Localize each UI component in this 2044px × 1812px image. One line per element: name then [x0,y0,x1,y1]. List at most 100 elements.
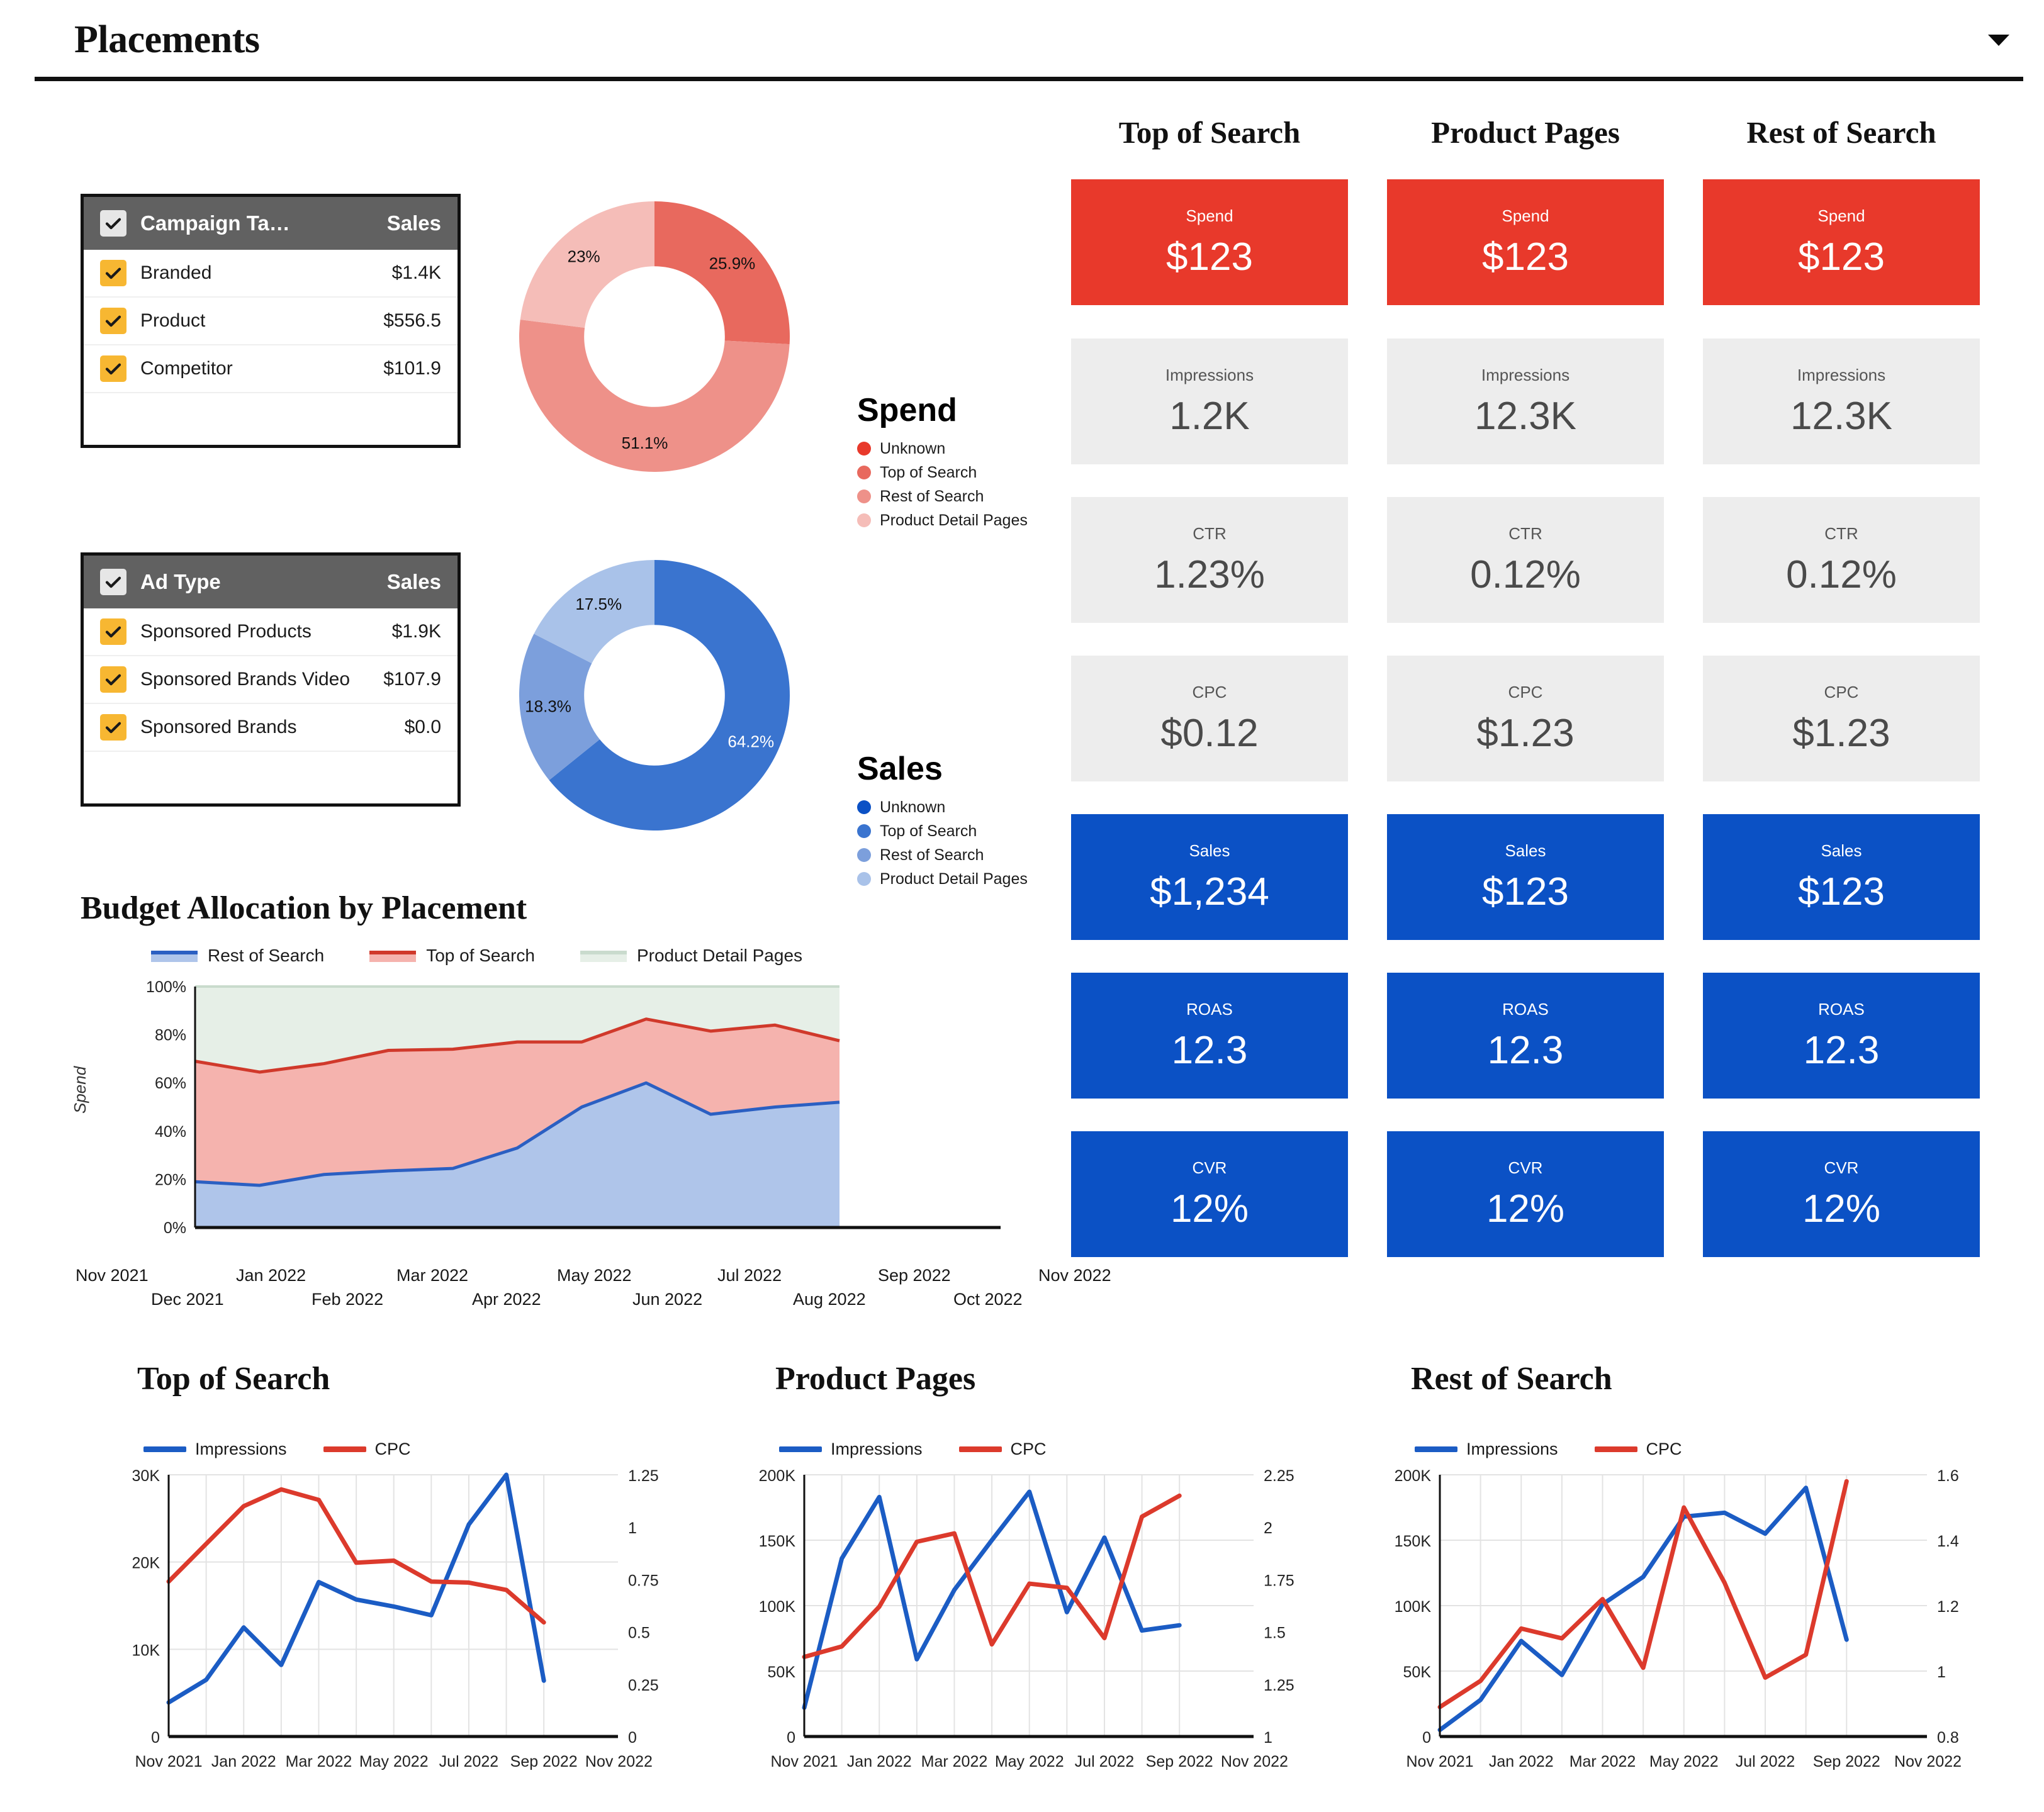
row-checkbox[interactable] [100,260,126,286]
kpi-label: Spend [1186,206,1233,225]
legend-label: CPC [1010,1440,1047,1458]
kpi-card-impressions[interactable]: Impressions 1.2K [1071,338,1348,464]
legend-item[interactable]: Top of Search [369,946,535,966]
svg-text:25.9%: 25.9% [709,254,756,272]
kpi-card-roas[interactable]: ROAS 12.3 [1703,973,1980,1099]
table-row[interactable]: Sponsored Brands Video $107.9 [84,656,458,704]
svg-text:60%: 60% [155,1075,186,1092]
legend-label: Rest of Search [208,946,325,965]
kpi-card-cvr[interactable]: CVR 12% [1071,1131,1348,1257]
kpi-card-cpc[interactable]: CPC $1.23 [1703,656,1980,781]
kpi-card-spend[interactable]: Spend $123 [1703,179,1980,305]
svg-text:51.1%: 51.1% [622,433,668,452]
svg-text:2: 2 [1264,1519,1272,1537]
select-all-checkbox[interactable] [100,569,126,595]
legend-item[interactable]: Impressions [143,1440,287,1459]
legend-item[interactable]: Top of Search [857,461,1028,484]
row-checkbox[interactable] [100,714,126,741]
x-axis-tick-label: Mar 2022 [396,1266,469,1285]
kpi-card-ctr[interactable]: CTR 0.12% [1703,497,1980,623]
kpi-card-sales[interactable]: Sales $1,234 [1071,814,1348,940]
svg-text:Nov 2022: Nov 2022 [1221,1753,1288,1770]
kpi-card-spend[interactable]: Spend $123 [1071,179,1348,305]
kpi-card-cvr[interactable]: CVR 12% [1703,1131,1980,1257]
kpi-card-spend[interactable]: Spend $123 [1387,179,1664,305]
svg-text:Sep 2022: Sep 2022 [510,1753,578,1770]
placements-dashboard: Placements Campaign Ta… Sales Branded $1… [0,0,2044,1812]
row-value: $0.0 [404,717,441,737]
legend-item[interactable]: Impressions [779,1440,923,1459]
legend-item[interactable]: Top of Search [857,819,1028,843]
spend-donut-chart[interactable]: 25.9% 51.1% 23% [497,182,850,491]
svg-text:May 2022: May 2022 [1649,1753,1719,1770]
kpi-label: Spend [1817,206,1865,225]
legend-label: Impressions [831,1440,923,1458]
kpi-card-sales[interactable]: Sales $123 [1703,814,1980,940]
svg-text:100%: 100% [146,979,186,996]
kpi-card-ctr[interactable]: CTR 1.23% [1071,497,1348,623]
campaign-target-filter-table[interactable]: Campaign Ta… Sales Branded $1.4K Product… [81,194,461,448]
legend-item[interactable]: CPC [958,1440,1047,1459]
kpi-card-impressions[interactable]: Impressions 12.3K [1387,338,1664,464]
legend-swatch-icon [857,513,871,527]
svg-text:0.75: 0.75 [628,1572,659,1589]
legend-item[interactable]: Rest of Search [151,946,324,966]
area-chart-plot[interactable]: 0% 20% 40% 60% 80% 100% [135,979,1004,1262]
table-header-row[interactable]: Campaign Ta… Sales [84,197,458,250]
legend-item[interactable]: CPC [323,1440,411,1459]
kpi-card-cpc[interactable]: CPC $0.12 [1071,656,1348,781]
legend-item[interactable]: Rest of Search [857,484,1028,508]
top-of-search-trend-plot[interactable]: 0 10K 20K 30K 0 0.25 0.5 0.75 1 1.25 Nov 2021 Jan 2… [94,1460,692,1799]
sales-donut-chart[interactable]: 64.2% 18.3% 17.5% [497,541,850,849]
legend-item[interactable]: Unknown [857,795,1028,819]
area-chart-x-axis: Nov 2021 Jan 2022 Mar 2022 May 2022 Jul 2022… [76,1266,1111,1316]
legend-swatch-icon [1594,1446,1637,1452]
kpi-card-roas[interactable]: ROAS 12.3 [1387,973,1664,1099]
kpi-value: $1.23 [1792,712,1890,755]
svg-text:Sep 2022: Sep 2022 [1813,1753,1880,1770]
kpi-card-impressions[interactable]: Impressions 12.3K [1703,338,1980,464]
svg-text:200K: 200K [759,1467,796,1485]
table-row[interactable]: Sponsored Brands $0.0 [84,704,458,752]
column-header-sales: Sales [386,211,441,235]
table-row[interactable]: Competitor $101.9 [84,345,458,393]
row-checkbox[interactable] [100,355,126,382]
svg-text:0: 0 [1422,1729,1431,1747]
row-checkbox[interactable] [100,666,126,693]
page-title: Placements [74,18,260,61]
table-row[interactable]: Sponsored Products $1.9K [84,608,458,656]
kpi-label: ROAS [1502,1000,1549,1019]
select-all-checkbox[interactable] [100,210,126,237]
legend-item[interactable]: CPC [1594,1440,1682,1459]
svg-text:0.5: 0.5 [628,1625,650,1642]
legend-item[interactable]: Impressions [1415,1440,1558,1459]
row-checkbox[interactable] [100,308,126,334]
ad-type-filter-table[interactable]: Ad Type Sales Sponsored Products $1.9K S… [81,552,461,807]
table-row[interactable]: Branded $1.4K [84,250,458,298]
kpi-card-sales[interactable]: Sales $123 [1387,814,1664,940]
legend-swatch-icon [323,1446,366,1452]
legend-item[interactable]: Product Detail Pages [857,508,1028,532]
kpi-card-cpc[interactable]: CPC $1.23 [1387,656,1664,781]
legend-swatch-icon [958,1446,1002,1452]
legend-item[interactable]: Rest of Search [857,843,1028,867]
legend-swatch-icon [857,848,871,862]
legend-swatch-icon [857,872,871,886]
legend-swatch-icon [369,949,417,962]
svg-text:1: 1 [1937,1664,1946,1681]
legend-item[interactable]: Product Detail Pages [857,867,1028,891]
svg-text:Nov 2021: Nov 2021 [770,1753,838,1770]
table-header-row[interactable]: Ad Type Sales [84,556,458,608]
table-row[interactable]: Product $556.5 [84,298,458,345]
legend-item[interactable]: Unknown [857,437,1028,461]
kpi-card-ctr[interactable]: CTR 0.12% [1387,497,1664,623]
row-checkbox[interactable] [100,618,126,645]
svg-text:Jan 2022: Jan 2022 [211,1753,276,1770]
product-pages-trend-plot[interactable]: 0 50K 100K 150K 200K 1 1.25 1.5 1.75 2 2.25 Nov 202… [730,1460,1328,1799]
kpi-card-cvr[interactable]: CVR 12% [1387,1131,1664,1257]
kpi-card-roas[interactable]: ROAS 12.3 [1071,973,1348,1099]
chevron-down-icon[interactable] [1988,35,2009,46]
rest-of-search-trend-plot[interactable]: 0 50K 100K 150K 200K 0.8 1 1.2 1.4 1.6 Nov 2021 Jan… [1366,1460,2001,1799]
legend-item[interactable]: Product Detail Pages [580,946,802,966]
svg-text:30K: 30K [132,1467,160,1485]
